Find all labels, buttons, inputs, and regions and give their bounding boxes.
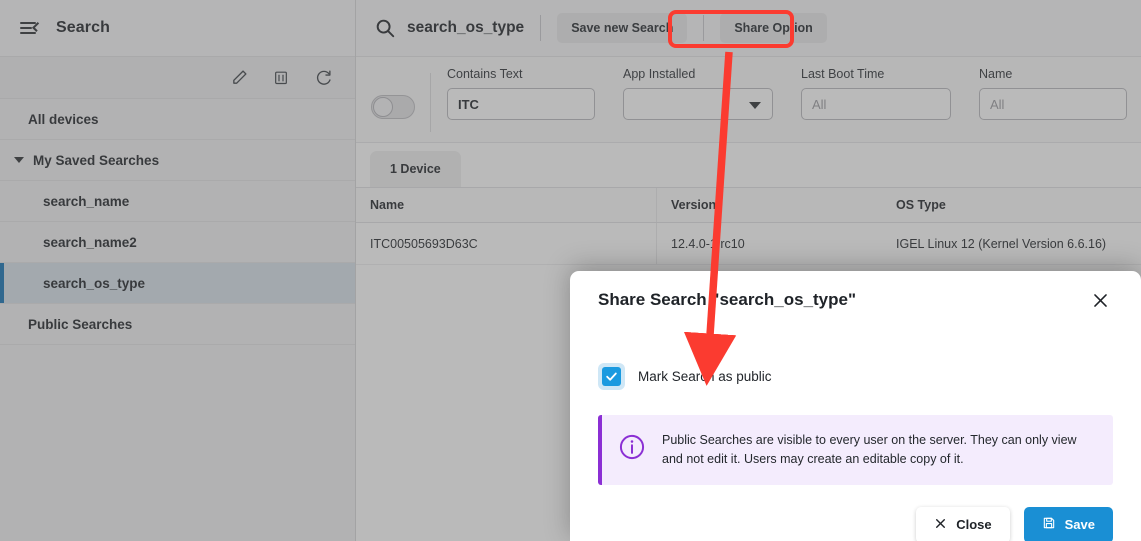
application-window: Search All (0, 0, 1141, 541)
close-button[interactable]: Close (916, 507, 1009, 541)
info-banner: Public Searches are visible to every use… (598, 415, 1113, 485)
close-button-label: Close (956, 517, 991, 532)
x-icon (934, 517, 947, 533)
mark-public-row: Mark Search as public (598, 363, 1113, 390)
save-disk-icon (1042, 516, 1056, 533)
save-button[interactable]: Save (1024, 507, 1113, 541)
mark-public-checkbox[interactable] (598, 363, 625, 390)
close-icon[interactable] (1087, 287, 1113, 313)
dialog-header: Share Search "search_os_type" (598, 271, 1113, 329)
dialog-title: Share Search "search_os_type" (598, 290, 856, 310)
checkbox-box (602, 367, 621, 386)
save-button-label: Save (1065, 517, 1095, 532)
mark-public-label: Mark Search as public (638, 369, 772, 384)
share-search-dialog: Share Search "search_os_type" Mark Searc… (570, 271, 1141, 541)
info-banner-text: Public Searches are visible to every use… (662, 431, 1095, 469)
dialog-actions: Close Save (598, 507, 1113, 541)
info-icon (618, 433, 646, 466)
